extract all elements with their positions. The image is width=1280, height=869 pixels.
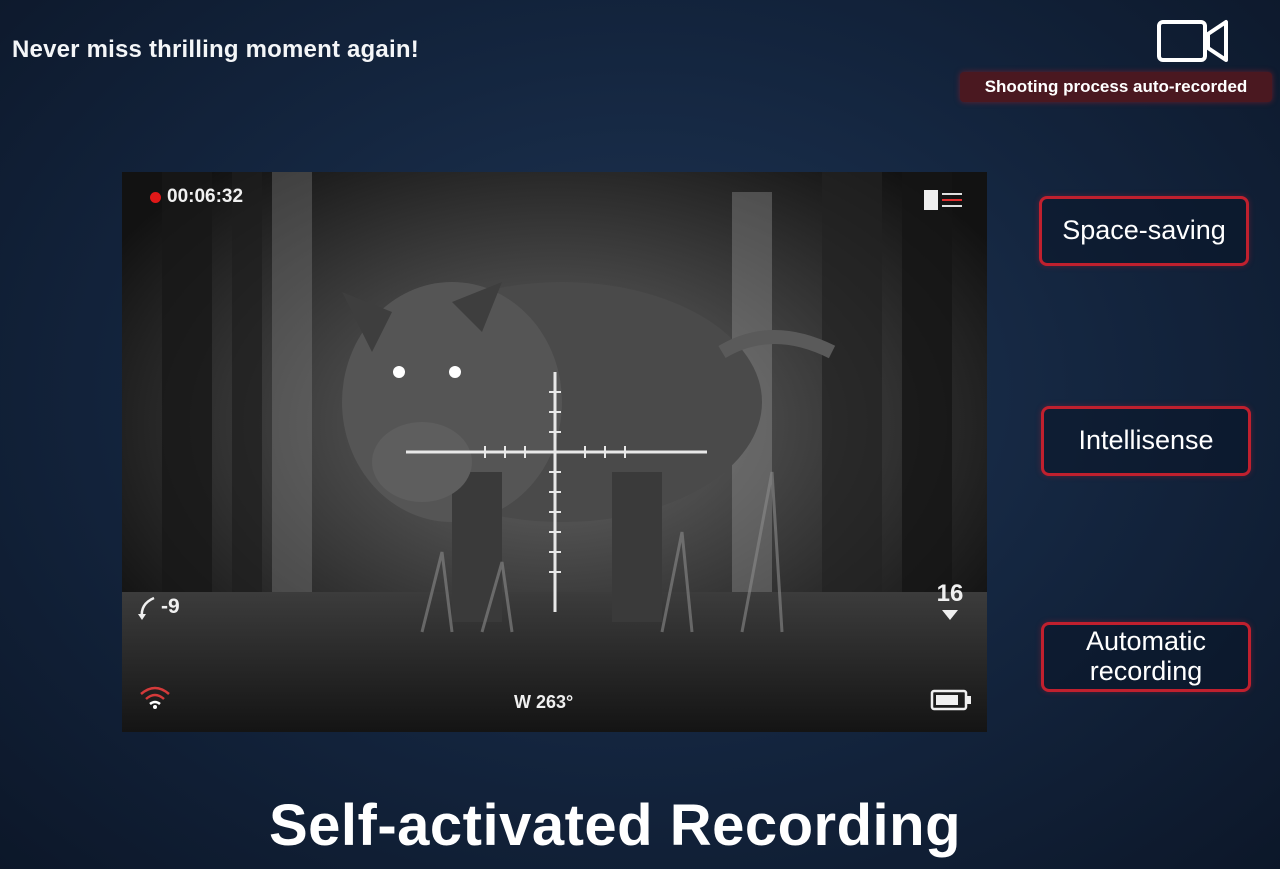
zoom-level: 16 (932, 580, 968, 620)
feature-intellisense: Intellisense (1041, 406, 1251, 476)
recording-timer: 00:06:32 (150, 186, 243, 208)
banner-text: Never miss thrilling moment again! (12, 36, 419, 63)
tilt-arc-icon (138, 596, 155, 620)
video-camera-icon (1157, 20, 1228, 62)
sd-card-icon (924, 190, 962, 210)
zoom-down-arrow-icon (942, 610, 958, 620)
battery-icon (930, 689, 971, 711)
auto-recorded-badge: Shooting process auto-recorded (960, 72, 1272, 102)
recording-dot-icon (150, 191, 161, 203)
zoom-value: 16 (936, 580, 964, 607)
page-title: Self-activated Recording (268, 793, 962, 858)
scope-view: 00:06:32 -9 16 W 263° (122, 172, 987, 732)
tilt-angle-value: -9 (161, 595, 180, 618)
recording-time: 00:06:32 (167, 186, 244, 207)
compass-heading: W 263° (514, 692, 574, 712)
wifi-icon (140, 686, 170, 709)
tilt-angle: -9 (136, 594, 180, 620)
night-vision-scene (122, 172, 987, 732)
feature-automatic-recording: Automatic recording (1041, 622, 1251, 692)
feature-space-saving: Space-saving (1039, 196, 1249, 266)
